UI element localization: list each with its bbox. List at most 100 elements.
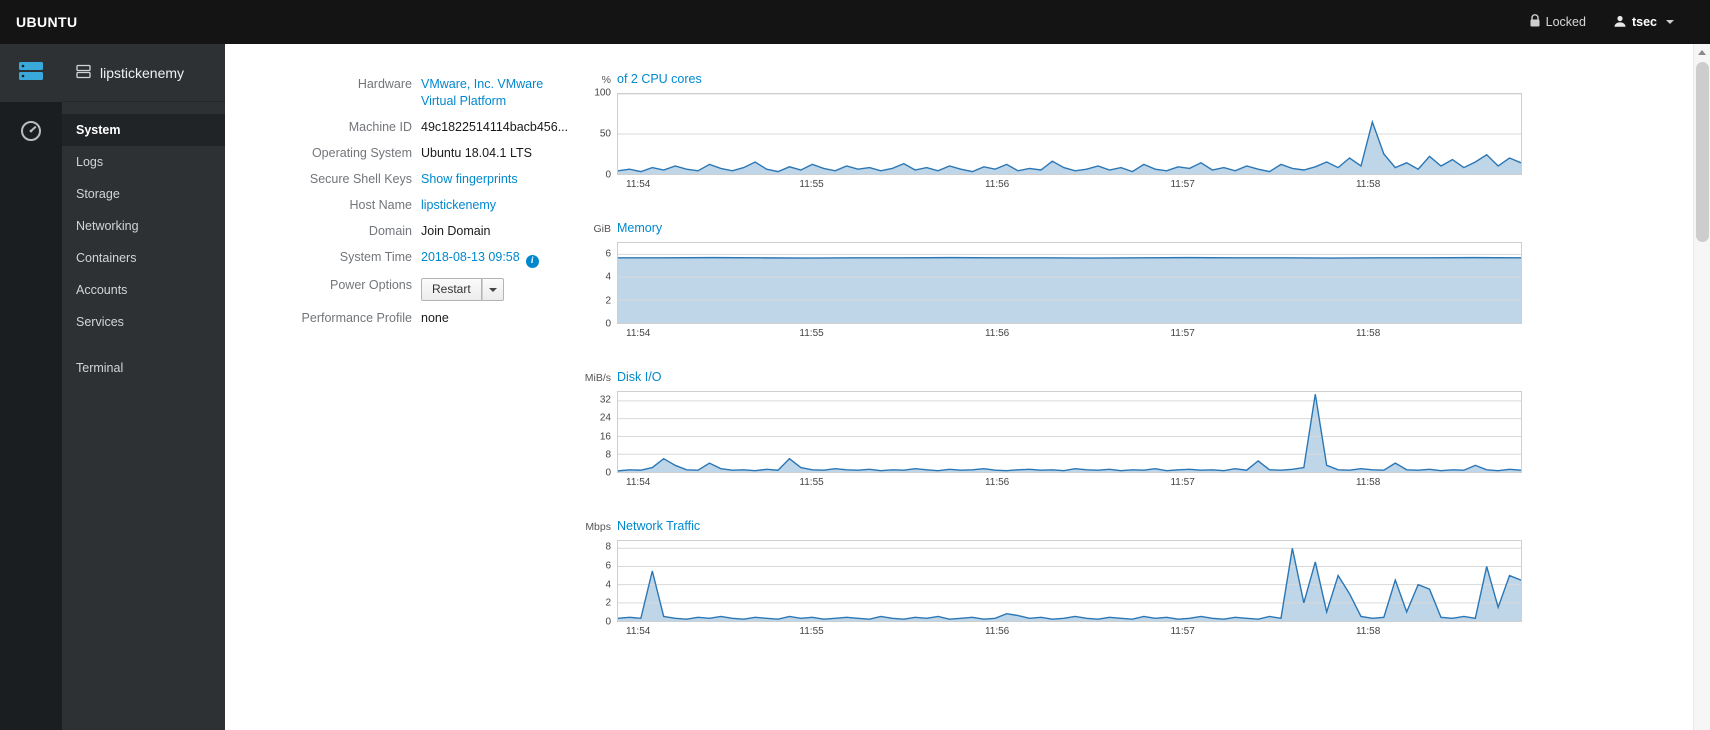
info-row-host-name: Host Name lipstickenemy	[300, 197, 572, 214]
info-row-secure-shell-keys: Secure Shell Keys Show fingerprints	[300, 171, 572, 188]
host-name-label: lipstickenemy	[100, 64, 185, 81]
sidebar-item-storage[interactable]: Storage	[62, 178, 225, 210]
chart-unit-label: %	[601, 74, 611, 86]
chart-title-link[interactable]: Disk I/O	[617, 370, 661, 384]
info-row-performance-profile: Performance Profile none	[300, 310, 572, 327]
chart-plot-area	[617, 540, 1522, 622]
sidebar-item-label: Logs	[76, 155, 104, 169]
info-label: System Time	[339, 250, 412, 264]
sidebar-item-system[interactable]: System	[62, 114, 225, 146]
host-server-button[interactable]	[0, 44, 62, 102]
app-shell: lipstickenemy System Logs Storage Networkin…	[0, 44, 1710, 730]
y-axis-tick-label: 4	[605, 579, 611, 591]
restart-button[interactable]: Restart	[421, 278, 482, 301]
system-time-link[interactable]: 2018-08-13 09:58	[421, 250, 520, 264]
sidebar-item-terminal[interactable]: Terminal	[62, 352, 225, 384]
x-axis: 11:54 11:55 11:56 11:57 11:58	[617, 622, 1522, 637]
user-icon	[1614, 15, 1626, 30]
info-value: lipstickenemy	[421, 197, 572, 214]
chart-unit-label: Mbps	[585, 521, 611, 533]
y-axis: 0 2 4 6 8	[572, 540, 617, 628]
secure-shell-keys-link[interactable]: Show fingerprints	[421, 172, 518, 186]
info-value: Restart	[421, 277, 572, 301]
info-value: 2018-08-13 09:58 i	[421, 249, 572, 268]
chevron-down-icon	[488, 287, 497, 292]
hardware-link[interactable]: VMware, Inc. VMware Virtual Platform	[421, 77, 543, 108]
y-axis-tick-label: 6	[605, 560, 611, 572]
info-value: VMware, Inc. VMware Virtual Platform	[421, 76, 572, 110]
dashboard-button[interactable]	[0, 104, 62, 162]
host-icon-strip	[0, 44, 62, 730]
sidebar-item-accounts[interactable]: Accounts	[62, 274, 225, 306]
x-axis: 11:54 11:55 11:56 11:57 11:58	[617, 324, 1522, 339]
sidebar-item-label: System	[76, 123, 121, 137]
y-axis-tick-label: 0	[605, 467, 611, 479]
brand-title: UBUNTU	[16, 14, 78, 30]
x-axis-tick-label: 11:58	[1355, 477, 1381, 488]
info-label: Domain	[368, 224, 412, 238]
chart-title-link[interactable]: Network Traffic	[617, 519, 700, 533]
info-label: Operating System	[311, 146, 412, 160]
chart-plot-area	[617, 93, 1522, 175]
gauge-icon	[19, 119, 43, 148]
chart-unit-label: MiB/s	[584, 372, 611, 384]
host-name-link[interactable]: lipstickenemy	[421, 198, 496, 212]
sidebar-item-label: Services	[76, 315, 124, 329]
server-icon	[18, 60, 44, 87]
x-axis: 11:54 11:55 11:56 11:57 11:58	[617, 473, 1522, 488]
x-axis-tick-label: 11:55	[799, 477, 824, 488]
info-label: Power Options	[330, 278, 412, 292]
operating-system-value: Ubuntu 18.04.1 LTS	[421, 146, 532, 160]
x-axis-tick-label: 11:58	[1355, 328, 1381, 339]
sidebar-item-label: Storage	[76, 187, 120, 201]
scrollbar-thumb[interactable]	[1696, 62, 1709, 242]
x-axis-tick-label: 11:57	[1170, 477, 1195, 488]
info-row-hardware: Hardware VMware, Inc. VMware Virtual Plat…	[300, 76, 572, 110]
y-axis-tick-label: 24	[599, 412, 611, 424]
power-options-split-button: Restart	[421, 278, 504, 301]
sidebar-item-logs[interactable]: Logs	[62, 146, 225, 178]
locked-indicator[interactable]: Locked	[1516, 0, 1600, 44]
x-axis-tick-label: 11:58	[1355, 179, 1381, 190]
power-options-dropdown-button[interactable]	[481, 278, 504, 301]
chart-plot-area	[617, 242, 1522, 324]
locked-label: Locked	[1545, 15, 1586, 29]
y-axis-tick-label: 16	[599, 431, 611, 443]
info-label: Hardware	[357, 77, 412, 91]
sidebar-item-label: Networking	[76, 219, 139, 233]
info-value: Join Domain	[421, 223, 572, 240]
host-name-header[interactable]: lipstickenemy	[62, 44, 225, 102]
x-axis-tick-label: 11:58	[1355, 626, 1381, 637]
chart-title-link[interactable]: Memory	[617, 221, 662, 235]
y-axis-tick-label: 0	[605, 318, 611, 330]
sidebar-item-networking[interactable]: Networking	[62, 210, 225, 242]
sidebar-item-containers[interactable]: Containers	[62, 242, 225, 274]
y-axis-tick-label: 8	[605, 449, 611, 461]
y-axis: 0 50 100	[572, 88, 617, 181]
y-axis-tick-label: 100	[594, 87, 611, 99]
chart-disk-i-o: MiB/s Disk I/O 0 8 16 24 32 11:54 11:55 11:56 11:5…	[572, 370, 1522, 488]
chart-title-link[interactable]: of 2 CPU cores	[617, 72, 702, 86]
x-axis-tick-label: 11:57	[1170, 179, 1195, 190]
info-label: Host Name	[349, 198, 412, 212]
x-axis-tick-label: 11:55	[799, 179, 824, 190]
top-navigation-bar: UBUNTU Locked tsec	[0, 0, 1710, 44]
sidebar-item-services[interactable]: Services	[62, 306, 225, 338]
info-circle-icon[interactable]: i	[525, 255, 539, 268]
sidebar-nav-list: System Logs Storage Networking Containers Acc…	[62, 102, 225, 384]
chart-memory: GiB Memory 0 2 4 6 11:54 11:55 11:56 11:57 11:58	[572, 221, 1522, 339]
main-content: Hardware VMware, Inc. VMware Virtual Plat…	[225, 44, 1710, 730]
x-axis-tick-label: 11:55	[799, 328, 824, 339]
scrollbar-up-arrow[interactable]	[1694, 44, 1710, 60]
vertical-scrollbar[interactable]	[1693, 44, 1710, 730]
y-axis: 0 8 16 24 32	[572, 391, 617, 479]
topbar-right-group: Locked tsec	[1516, 0, 1688, 44]
y-axis-tick-label: 0	[605, 169, 611, 181]
x-axis-tick-label: 11:56	[984, 477, 1010, 488]
chart-network-traffic: Mbps Network Traffic 0 2 4 6 8 11:54 11:55 11:56 1…	[572, 519, 1522, 637]
x-axis-tick-label: 11:56	[984, 328, 1010, 339]
info-row-power-options: Power Options Restart	[300, 277, 572, 301]
user-menu[interactable]: tsec	[1600, 0, 1688, 44]
charts-panel: % of 2 CPU cores 0 50 100 11:54 11:55 11:56 11:5…	[572, 70, 1522, 730]
y-axis-tick-label: 0	[605, 616, 611, 628]
